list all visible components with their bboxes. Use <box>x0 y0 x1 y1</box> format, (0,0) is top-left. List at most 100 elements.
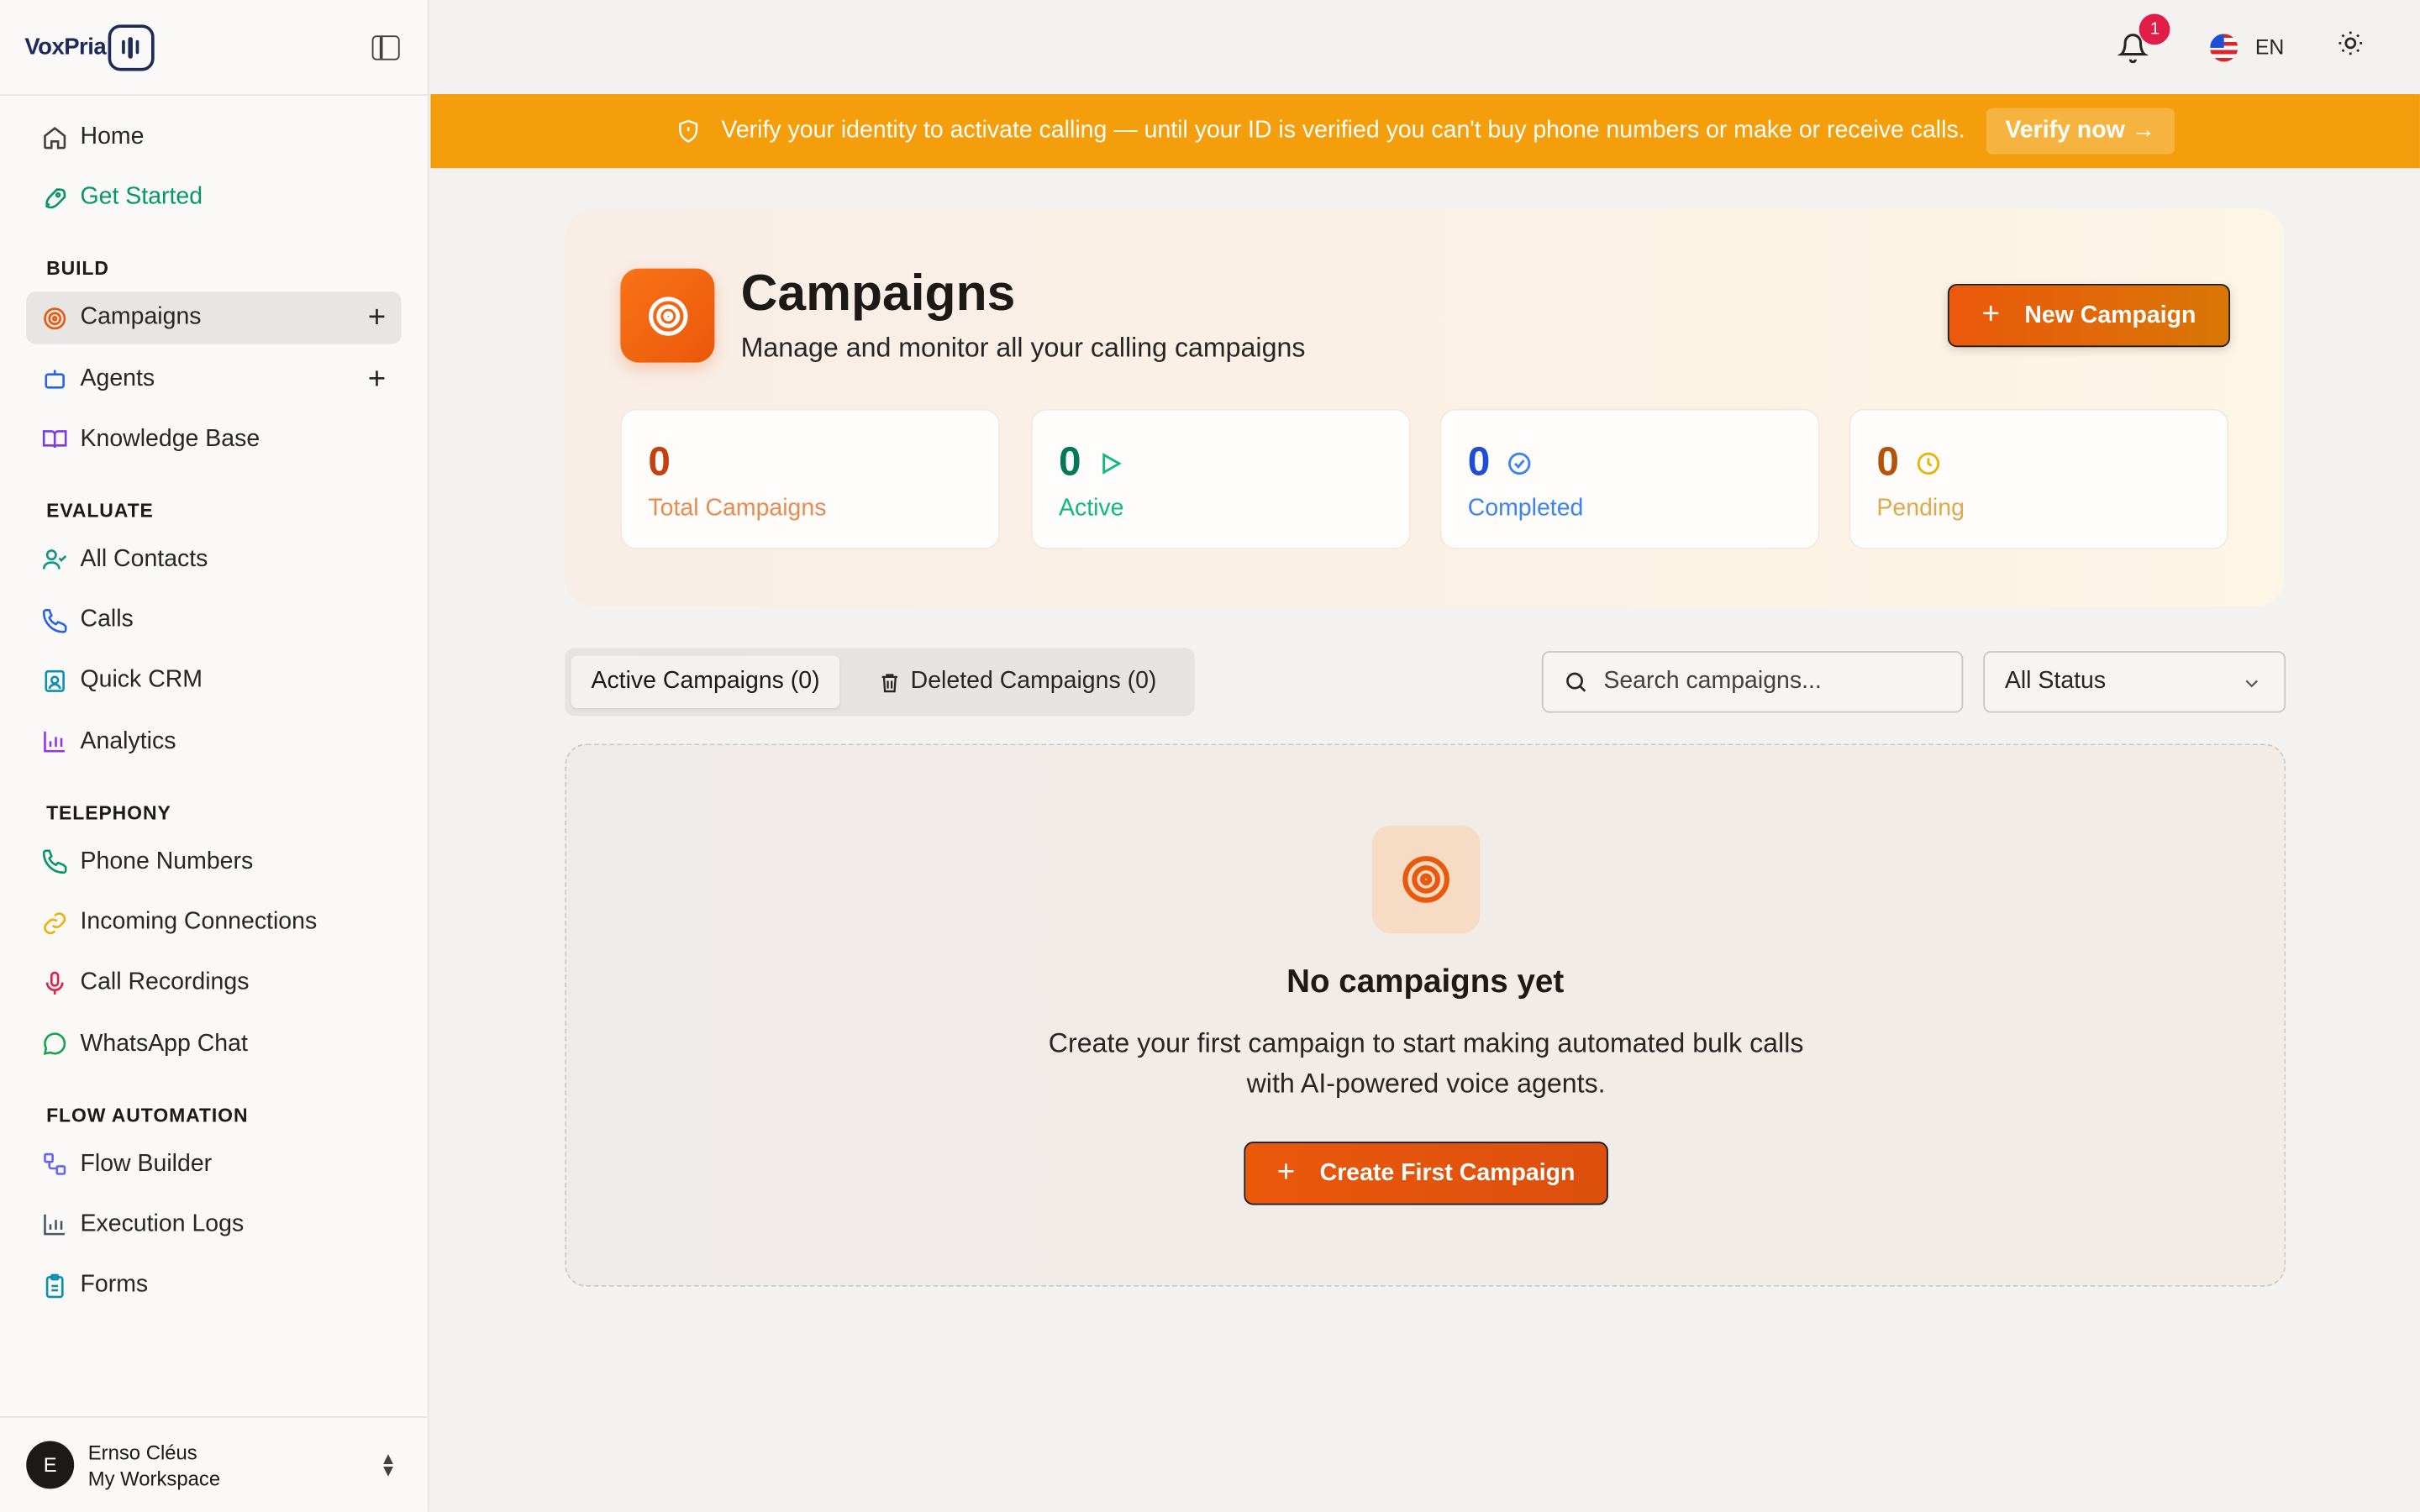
sidebar-item-forms[interactable]: Forms <box>26 1259 401 1311</box>
sidebar-nav: Home Get Started BUILD Campaigns + Agent… <box>0 96 428 1312</box>
home-icon <box>40 123 68 151</box>
sidebar: VoxPria Home Get Started BUILD Campaigns <box>0 0 429 1512</box>
sidebar-item-label: Agents <box>80 365 155 391</box>
logo-mark <box>107 24 155 71</box>
new-campaign-label: New Campaign <box>2024 302 2196 328</box>
sidebar-item-label: Knowledge Base <box>80 425 260 452</box>
notifications-button[interactable]: 1 <box>2117 13 2170 63</box>
add-agent-icon[interactable]: + <box>368 364 386 395</box>
notification-badge: 1 <box>2139 13 2170 45</box>
mic-icon <box>40 969 68 997</box>
stat-total-campaigns: 0 Total Campaigns <box>620 408 1001 549</box>
topbar: 1 EN <box>430 0 2420 95</box>
verify-now-button[interactable]: Verify now → <box>1986 108 2175 155</box>
page-title: Campaigns <box>740 264 1016 322</box>
sidebar-item-label: Home <box>80 123 145 150</box>
campaign-tabs: Active Campaigns (0) Deleted Campaigns (… <box>565 648 1195 717</box>
user-check-icon <box>40 546 68 574</box>
rocket-icon <box>40 184 68 212</box>
sidebar-toggle-icon[interactable] <box>371 34 400 60</box>
phone-icon <box>40 606 68 634</box>
verification-banner: Verify your identity to activate calling… <box>430 94 2420 169</box>
sidebar-item-label: Analytics <box>80 727 176 754</box>
sidebar-item-incoming-connections[interactable]: Incoming Connections <box>26 896 401 948</box>
theme-toggle-sun-icon[interactable] <box>2337 29 2365 65</box>
clock-icon <box>1917 452 1940 475</box>
logo-text: VoxPria <box>24 34 107 60</box>
language-code: EN <box>2254 35 2285 59</box>
workflow-icon <box>40 1151 68 1179</box>
search-icon <box>1566 672 1586 692</box>
sidebar-item-label: Incoming Connections <box>80 908 318 936</box>
sidebar-item-get-started[interactable]: Get Started <box>26 171 401 223</box>
sidebar-item-whatsapp-chat[interactable]: WhatsApp Chat <box>26 1018 401 1070</box>
sidebar-item-all-contacts[interactable]: All Contacts <box>26 533 401 585</box>
language-selector[interactable]: EN <box>2210 33 2285 61</box>
stat-completed: 0 Completed <box>1439 408 1820 549</box>
section-heading-flow-automation: FLOW AUTOMATION <box>46 1104 249 1126</box>
new-campaign-button[interactable]: + New Campaign <box>1947 283 2231 348</box>
sidebar-item-call-recordings[interactable]: Call Recordings <box>26 957 401 1009</box>
stat-value: 0 <box>1058 438 1081 485</box>
play-icon <box>1102 453 1122 475</box>
sidebar-item-calls[interactable]: Calls <box>26 594 401 646</box>
phone-icon <box>40 848 68 876</box>
plus-icon: + <box>1276 1155 1296 1190</box>
stat-value: 0 <box>648 438 671 485</box>
clipboard-icon <box>40 1272 68 1299</box>
bar-chart-icon <box>40 1211 68 1239</box>
target-icon <box>620 268 715 363</box>
check-circle-icon <box>1508 452 1531 475</box>
tab-deleted-label: Deleted Campaigns (0) <box>910 668 1157 695</box>
section-heading-telephony: TELEPHONY <box>46 801 171 824</box>
status-filter-select[interactable]: All Status <box>1983 651 2286 713</box>
bar-chart-icon <box>40 728 68 756</box>
stat-active: 0 Active <box>1030 408 1411 549</box>
section-heading-evaluate: EVALUATE <box>46 499 154 522</box>
sidebar-item-analytics[interactable]: Analytics <box>26 716 401 768</box>
sidebar-item-execution-logs[interactable]: Execution Logs <box>26 1199 401 1251</box>
sidebar-item-label: Call Recordings <box>80 969 250 996</box>
sidebar-item-home[interactable]: Home <box>26 111 401 163</box>
stat-label: Completed <box>1467 495 1584 522</box>
workspace-name: My Workspace <box>87 1466 221 1490</box>
chevron-down-icon <box>2245 680 2258 688</box>
sidebar-item-quick-crm[interactable]: Quick CRM <box>26 655 401 707</box>
page-subtitle: Manage and monitor all your calling camp… <box>740 331 1306 363</box>
sidebar-item-label: Quick CRM <box>80 667 203 694</box>
status-filter-value: All Status <box>2004 668 2107 695</box>
sidebar-item-label: Calls <box>80 606 134 633</box>
sidebar-item-label: Campaigns <box>80 304 202 331</box>
sidebar-item-flow-builder[interactable]: Flow Builder <box>26 1138 401 1190</box>
create-first-campaign-button[interactable]: + Create First Campaign <box>1244 1142 1608 1205</box>
sidebar-item-agents[interactable]: Agents + <box>26 353 401 405</box>
create-first-campaign-label: Create First Campaign <box>1319 1159 1576 1186</box>
us-flag-icon <box>2210 33 2238 61</box>
empty-state: No campaigns yet Create your first campa… <box>565 743 2286 1287</box>
contact-card-icon <box>40 667 68 695</box>
avatar: E <box>26 1441 75 1489</box>
sidebar-item-label: Execution Logs <box>80 1210 245 1237</box>
section-heading-build: BUILD <box>46 258 109 280</box>
empty-state-title: No campaigns yet <box>1286 963 1565 1000</box>
stat-label: Total Campaigns <box>648 495 827 522</box>
tab-deleted-campaigns[interactable]: Deleted Campaigns (0) <box>858 656 1176 708</box>
sidebar-item-campaigns[interactable]: Campaigns + <box>26 291 402 345</box>
campaigns-header-card: Campaigns Manage and monitor all your ca… <box>565 207 2285 606</box>
user-menu[interactable]: E Ernso Cléus My Workspace ▲ ▼ <box>0 1416 428 1512</box>
empty-state-description: Create your first campaign to start maki… <box>1048 1027 1804 1099</box>
stat-label: Active <box>1058 495 1124 522</box>
sidebar-item-label: Phone Numbers <box>80 848 254 875</box>
target-icon <box>1371 825 1481 934</box>
search-input[interactable] <box>1603 668 1944 696</box>
sidebar-item-knowledge-base[interactable]: Knowledge Base <box>26 413 401 465</box>
chevron-up-down-icon[interactable]: ▲ ▼ <box>380 1450 397 1479</box>
bot-icon <box>40 365 68 393</box>
logo[interactable]: VoxPria <box>24 24 155 71</box>
add-campaign-icon[interactable]: + <box>368 303 386 334</box>
tab-active-campaigns[interactable]: Active Campaigns (0) <box>571 655 840 709</box>
search-box <box>1541 651 1964 713</box>
sidebar-item-phone-numbers[interactable]: Phone Numbers <box>26 836 401 888</box>
sidebar-item-label: Flow Builder <box>80 1150 213 1177</box>
stat-pending: 0 Pending <box>1849 408 2229 549</box>
